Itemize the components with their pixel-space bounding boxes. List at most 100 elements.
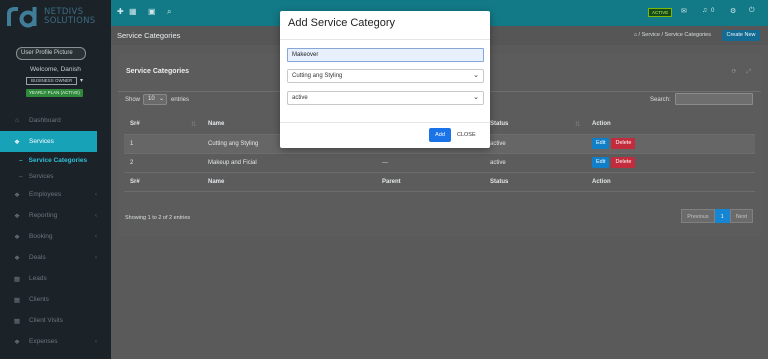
sidebar-subitem-services[interactable]: – Services — [0, 168, 111, 184]
role-badge: BUSINESS OWNER — [26, 77, 78, 85]
sidebar-menu: ⌂ Dashboard ❖ Services – Service Categor… — [0, 110, 111, 352]
power-icon[interactable]: ⏻ — [749, 7, 755, 15]
dash-icon: – — [19, 156, 23, 164]
edit-button[interactable]: Edit — [592, 138, 610, 149]
role-caret-icon[interactable]: ▾ — [80, 77, 83, 84]
create-new-button[interactable]: Create New — [722, 30, 760, 41]
chevron-left-icon: ‹ — [95, 212, 97, 219]
sidebar-item-label: Leads — [29, 275, 47, 282]
cell-action: Edit Delete — [586, 134, 755, 154]
employees-icon: ❖ — [14, 191, 20, 199]
previous-page-button[interactable]: Previous — [681, 209, 715, 223]
sidebar-item-services[interactable]: ❖ Services — [0, 131, 97, 152]
column-header: Action — [586, 115, 755, 135]
page-button-current[interactable]: 1 — [714, 209, 730, 223]
search-icon[interactable]: ⌕ — [167, 7, 171, 17]
reporting-icon: ❖ — [14, 212, 20, 220]
card-title: Service Categories — [126, 68, 190, 75]
sidebar-item-label: Services — [29, 138, 54, 145]
divider — [280, 39, 490, 40]
add-button[interactable]: Add — [429, 128, 451, 142]
dashboard-icon: ⌂ — [15, 117, 19, 124]
gear-icon[interactable]: ⚙ — [730, 7, 736, 15]
chevron-left-icon: ‹ — [95, 338, 97, 345]
refresh-icon[interactable]: ⟳ — [731, 69, 736, 75]
divider — [280, 122, 490, 123]
calendar-icon[interactable]: ▣ — [148, 7, 156, 16]
sidebar-item-label: Expenses — [29, 338, 58, 345]
cell-parent: --- — [376, 153, 484, 173]
plan-badge: YEARLY PLAN (ACTIVE) — [26, 89, 83, 97]
show-label: Show — [125, 97, 141, 103]
expenses-icon: ❖ — [14, 338, 20, 346]
next-page-button[interactable]: Next — [729, 209, 753, 223]
breadcrumb-text[interactable]: / Service / Service Categories — [639, 32, 711, 38]
table-footer-row: Sr# Name Parent Status Action — [124, 172, 755, 192]
dash-icon: – — [19, 172, 23, 180]
cell-action: Edit Delete — [586, 153, 755, 173]
expand-icon[interactable]: ⤢ — [746, 69, 751, 75]
delete-button[interactable]: Delete — [611, 138, 636, 149]
pagination: Previous 1 Next — [681, 209, 753, 223]
column-header[interactable]: Sr# ⇅ — [124, 115, 202, 135]
sidebar-subitem-service-categories[interactable]: – Service Categories — [0, 152, 111, 168]
search-label: Search: — [650, 97, 671, 103]
status-badge: ACTIVE — [648, 8, 673, 17]
column-header[interactable]: Status ⇅ — [484, 115, 586, 135]
status-value: active — [292, 95, 308, 101]
sidebar-item-employees[interactable]: ❖ Employees ‹ — [0, 184, 111, 205]
page-title: Service Categories — [117, 31, 181, 40]
sidebar-item-dashboard[interactable]: ⌂ Dashboard — [0, 110, 111, 131]
cell-status: active — [484, 134, 586, 154]
sidebar-item-booking[interactable]: ❖ Booking ‹ — [0, 226, 111, 247]
mail-icon[interactable]: ✉ — [681, 7, 687, 15]
cell-name: Makeup and Ficial — [202, 153, 376, 173]
close-button[interactable]: CLOSE — [457, 128, 476, 142]
cell-status: active — [484, 153, 586, 173]
category-name-input[interactable]: Makeover — [287, 48, 484, 62]
card-tools: ⟳ ⤢ — [731, 68, 751, 76]
column-footer: Name — [202, 172, 376, 192]
bell-icon[interactable]: ♫ — [702, 7, 707, 14]
brand-logo-icon — [6, 5, 40, 29]
welcome-text: Welcome, Danish — [30, 66, 81, 73]
chevron-down-icon: ⌄ — [473, 72, 479, 79]
page-length-select[interactable]: 10 ⌄ — [143, 94, 167, 105]
parent-category-select[interactable]: Cutting ang Styling ⌄ — [287, 69, 484, 83]
chevron-down-icon: ⌄ — [473, 94, 479, 101]
notification-count: 0 — [711, 8, 715, 14]
sidebar-item-expenses[interactable]: ❖ Expenses ‹ — [0, 331, 111, 352]
page-length-value: 10 — [148, 96, 155, 102]
menu-toggle-icon[interactable]: ✚ — [117, 7, 124, 16]
edit-button[interactable]: Edit — [592, 157, 610, 168]
search-input[interactable] — [675, 93, 753, 105]
grid-icon[interactable]: ▦ — [129, 7, 137, 16]
status-select[interactable]: active ⌄ — [287, 91, 484, 105]
brand[interactable]: NETDIVS SOLUTIONS — [6, 3, 106, 31]
sidebar-item-label: Services — [28, 172, 54, 180]
sidebar: NETDIVS SOLUTIONS User Profile Picture W… — [0, 0, 111, 359]
add-service-category-modal: Add Service Category Makeover Cutting an… — [280, 11, 490, 148]
sidebar-item-clients[interactable]: ▦ Clients — [0, 289, 111, 310]
sidebar-item-label: Service Categories — [28, 156, 88, 164]
modal-title: Add Service Category — [288, 17, 395, 29]
table-info: Showing 1 to 2 of 2 entries — [125, 215, 191, 221]
sort-icon: ⇅ — [574, 121, 580, 128]
chevron-left-icon: ‹ — [95, 254, 97, 261]
column-footer: Parent — [376, 172, 484, 192]
sidebar-item-client-visits[interactable]: ▦ Client Visits — [0, 310, 111, 331]
delete-button[interactable]: Delete — [611, 157, 636, 168]
leads-icon: ▦ — [13, 275, 21, 283]
avatar[interactable]: User Profile Picture — [16, 47, 86, 60]
column-footer: Action — [586, 172, 755, 192]
table-row: 2 Makeup and Ficial --- active Edit Delet… — [124, 153, 755, 173]
sort-icon: ⇅ — [190, 121, 196, 128]
sidebar-item-label: Deals — [29, 254, 46, 261]
sidebar-item-deals[interactable]: ❖ Deals ‹ — [0, 247, 111, 268]
sidebar-item-leads[interactable]: ▦ Leads — [0, 268, 111, 289]
sidebar-item-reporting[interactable]: ❖ Reporting ‹ — [0, 205, 111, 226]
chevron-left-icon: ‹ — [95, 191, 97, 198]
sidebar-item-label: Employees — [29, 191, 62, 198]
home-icon[interactable]: ⌂ — [634, 32, 637, 38]
services-icon: ❖ — [14, 138, 20, 146]
